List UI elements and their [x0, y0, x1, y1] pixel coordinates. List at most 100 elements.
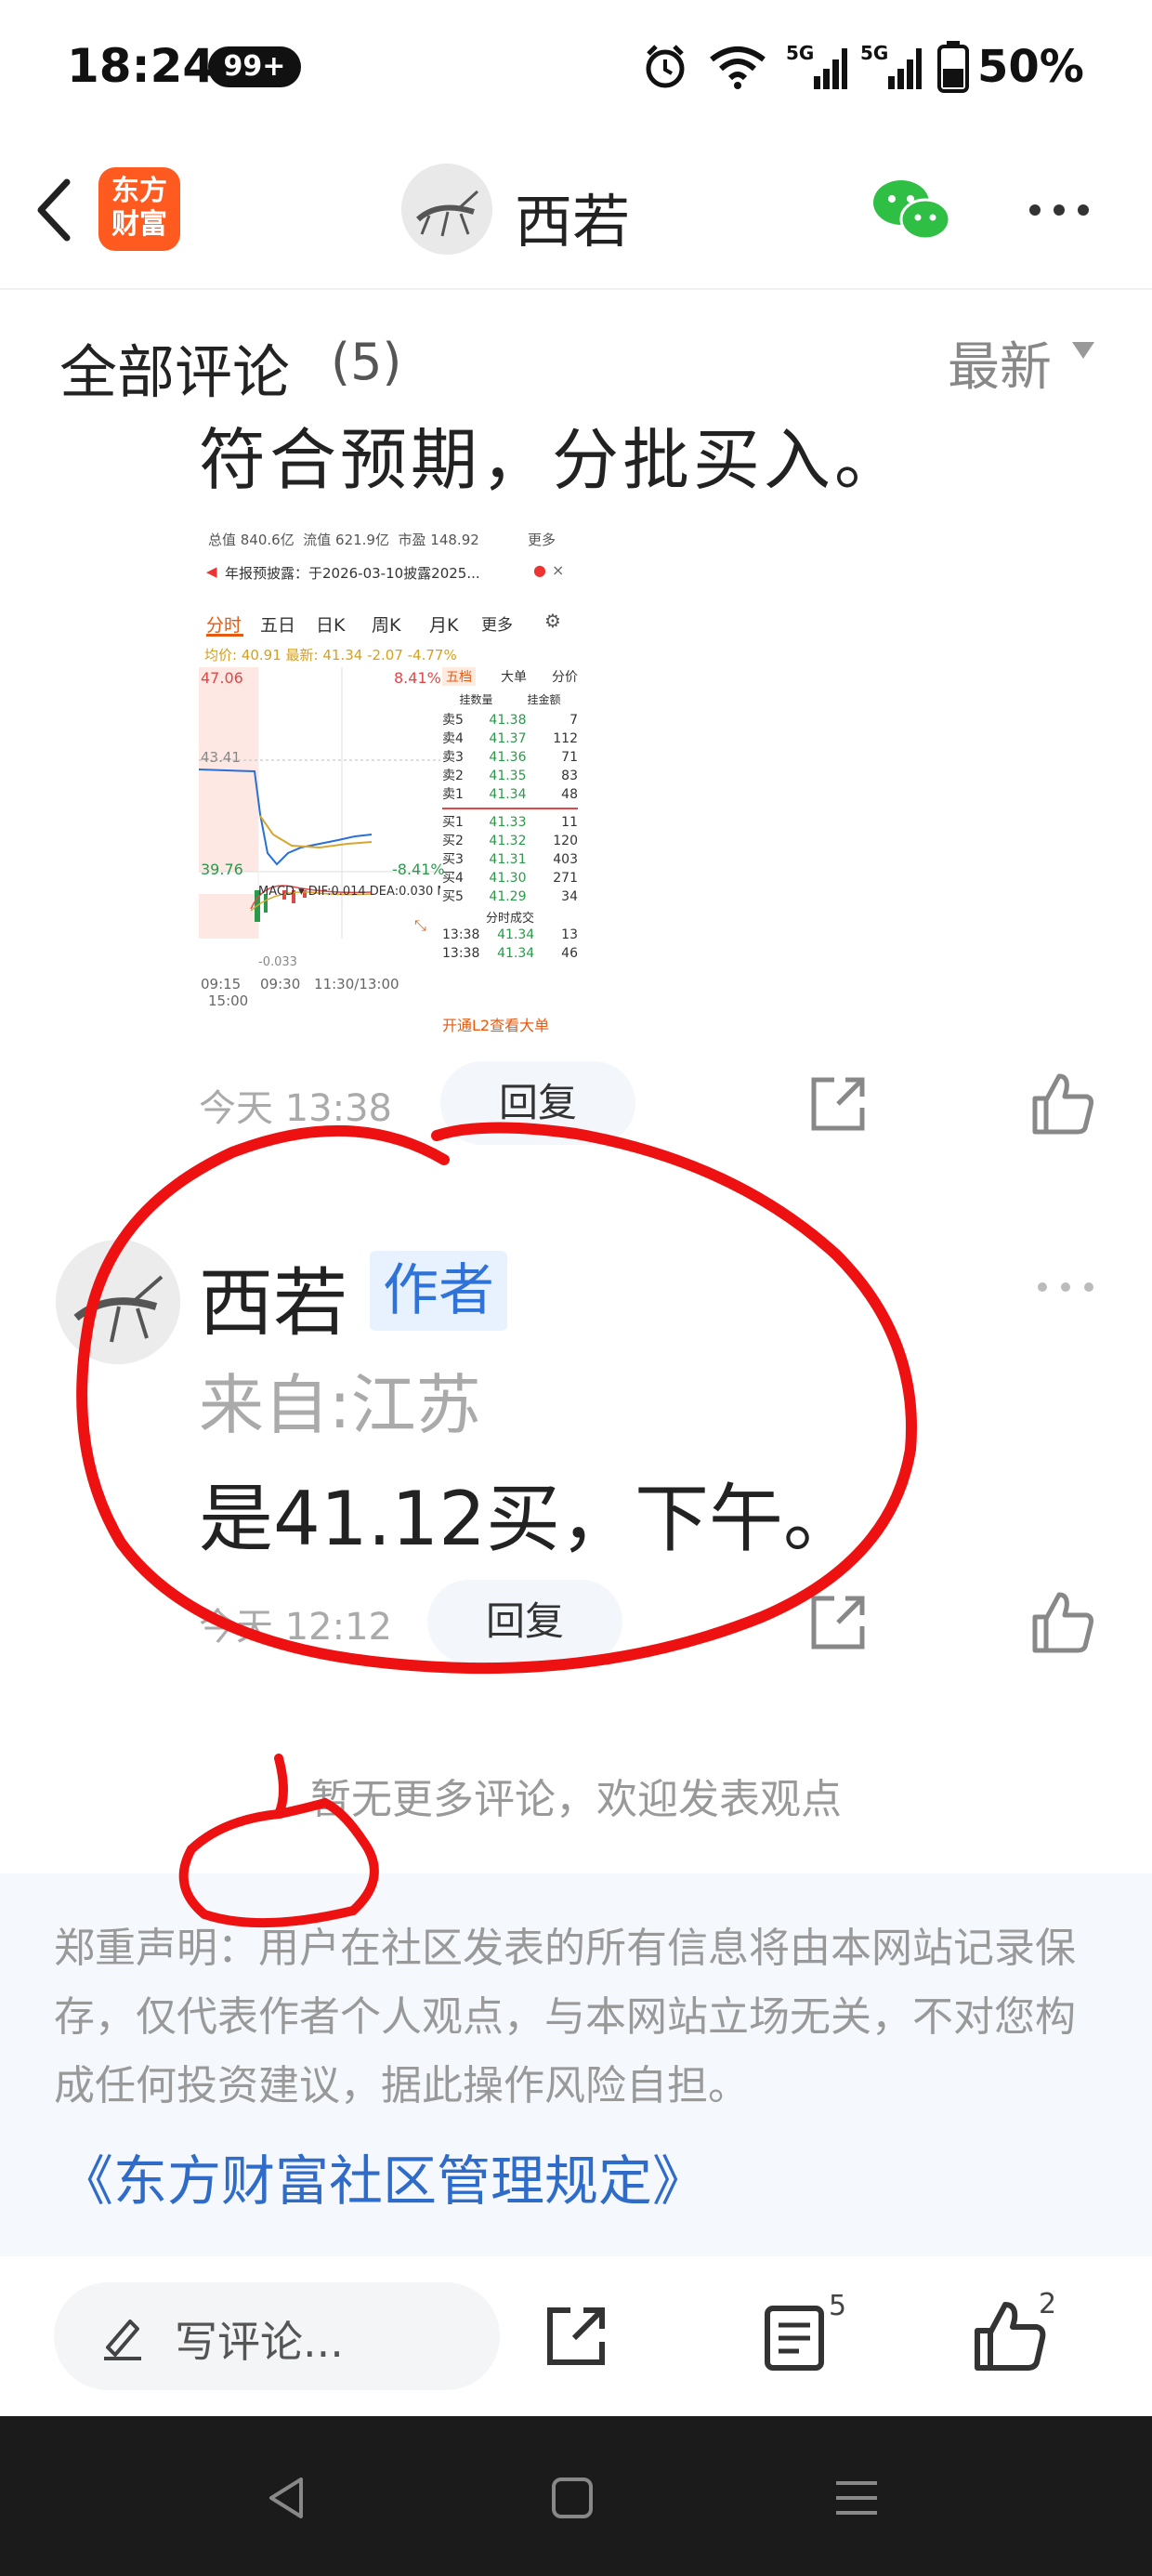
comments-title: 全部评论: [59, 338, 291, 406]
float-value: 流值 621.9亿: [303, 532, 389, 548]
comment-time: 今天 12:12: [199, 1606, 392, 1649]
notice-dot: ●: [533, 561, 546, 579]
share-icon[interactable]: [539, 2299, 613, 2373]
side-tab: 大单: [501, 670, 527, 685]
tab-more: 更多: [481, 616, 513, 635]
like-icon[interactable]: [970, 2297, 1048, 2375]
previous-comment-text: 符合预期，分批买入。: [199, 421, 906, 499]
more-link: 更多: [528, 532, 556, 548]
macd-low: -0.033: [258, 955, 297, 969]
status-bar: 18:24 99+ 5G 5G 50%: [0, 0, 1152, 139]
bid-label: 买5: [442, 889, 464, 904]
tab-day-k: 日K: [316, 615, 346, 636]
ask-row: 卖3 41.36 71: [442, 748, 578, 767]
bid-label: 买3: [442, 852, 464, 867]
more-options-icon[interactable]: [1022, 182, 1096, 238]
order-book: 五档 大单 分价 挂数量 挂金额 卖5 41.38 7 卖4 41.37 112 卖3 41.…: [442, 667, 578, 963]
ask-row: 卖4 41.37 112: [442, 729, 578, 748]
system-home-icon[interactable]: [550, 2476, 595, 2520]
like-icon[interactable]: [1026, 1585, 1100, 1660]
notice-text: 年报预披露：于2026-03-10披露2025...: [225, 565, 480, 582]
bid-row: 买4 41.30 271: [442, 869, 578, 887]
ask-price: 41.37: [489, 731, 527, 746]
svg-text:5G: 5G: [860, 42, 888, 64]
ask-qty: 48: [561, 787, 578, 802]
ask-price: 41.36: [489, 750, 527, 765]
comment-text: 是41.12买，下午。: [199, 1476, 858, 1562]
write-comment-placeholder[interactable]: 写评论...: [175, 2308, 344, 2370]
status-time: 18:24: [67, 39, 216, 93]
macd-label: MACD ▾ DIF:0.014 DEA:0.030 M:-0.033: [258, 885, 440, 899]
bid-price: 41.32: [489, 834, 527, 848]
bid-qty: 120: [553, 834, 578, 848]
bid-row: 买2 41.32 120: [442, 832, 578, 850]
side-header: 挂金额: [527, 693, 561, 706]
ask-qty: 83: [561, 769, 578, 783]
settings-gear-icon: ⚙: [544, 610, 561, 632]
ask-label: 卖3: [442, 750, 464, 765]
app-logo[interactable]: 东方财富: [98, 167, 180, 251]
wechat-share-icon[interactable]: [870, 175, 953, 245]
previous-comment-time: 今天 13:38: [199, 1087, 392, 1130]
speaker-icon: ◀: [206, 563, 217, 580]
no-more-comments: 暂无更多评论，欢迎发表观点: [310, 1776, 842, 1823]
user-avatar[interactable]: [401, 164, 492, 255]
ask-row: 卖5 41.38 7: [442, 711, 578, 729]
pencil-icon: [104, 2320, 141, 2360]
ask-price: 41.34: [489, 787, 527, 802]
tab-month-k: 月K: [429, 615, 459, 636]
x-tick: 09:30: [260, 976, 301, 992]
price-line: 均价: 40.91 最新: 41.34 -2.07 -4.77%: [204, 647, 457, 664]
trade-price: 41.34: [497, 946, 535, 961]
trade-qty: 46: [561, 946, 578, 961]
comment-more-icon[interactable]: [1033, 1273, 1098, 1301]
logo-text: 东方财富: [111, 175, 167, 241]
sort-dropdown[interactable]: 最新: [948, 325, 1052, 401]
comment-image-stock-chart[interactable]: 总值 840.6亿 流值 621.9亿 市盈 148.92 更多 ◀ 年报预披露…: [199, 520, 578, 1041]
tab-week-k: 周K: [372, 615, 401, 636]
notification-badge: 99+: [208, 46, 301, 87]
bid-label: 买4: [442, 871, 464, 886]
ask-qty: 112: [553, 731, 578, 746]
bid-qty: 403: [553, 852, 578, 867]
like-count-badge: 2: [1039, 2288, 1057, 2320]
system-back-icon[interactable]: [264, 2474, 308, 2522]
nav-user-name[interactable]: 西若: [515, 175, 630, 258]
ask-qty: 71: [561, 750, 578, 765]
pe-value: 市盈 148.92: [398, 532, 479, 548]
l2-upgrade-link: 开通L2查看大单: [442, 1017, 550, 1034]
ask-label: 卖4: [442, 731, 464, 746]
previous-reply-button[interactable]: 回复: [440, 1061, 635, 1145]
comment-location: 来自:江苏: [199, 1367, 481, 1443]
trade-qty: 13: [561, 927, 578, 942]
tab-underline: [206, 634, 243, 637]
x-tick: 09:15: [201, 976, 242, 992]
close-icon: ×: [552, 561, 565, 579]
bid-row: 买3 41.31 403: [442, 850, 578, 869]
community-rules-link[interactable]: 《东方财富社区管理规定》: [59, 2137, 706, 2215]
battery-percentage: 50%: [977, 41, 1084, 93]
sort-chevron-icon[interactable]: [1072, 342, 1094, 359]
trade-row: 13:38 41.34 13: [442, 926, 578, 944]
trades-title: 分时成交: [485, 912, 534, 926]
comment-avatar[interactable]: [56, 1240, 180, 1364]
ask-price: 41.35: [489, 769, 527, 783]
author-badge: 作者: [370, 1251, 507, 1331]
like-icon[interactable]: [1026, 1067, 1100, 1141]
bid-label: 买2: [442, 834, 464, 848]
y-axis-low-pct: -8.41%: [392, 861, 445, 878]
reply-button[interactable]: 回复: [427, 1580, 622, 1663]
system-menu-icon[interactable]: [832, 2477, 881, 2518]
comment-author-name[interactable]: 西若: [199, 1243, 347, 1351]
trade-label: 13:38: [442, 946, 480, 961]
disclaimer-text: 郑重声明：用户在社区发表的所有信息将由本网站记录保存，仅代表作者个人观点，与本网…: [54, 1925, 1076, 2109]
share-icon[interactable]: [801, 1585, 875, 1660]
svg-text:5G: 5G: [786, 42, 814, 64]
share-icon[interactable]: [801, 1067, 875, 1141]
bid-qty: 271: [553, 871, 578, 886]
book-divider: [442, 808, 578, 809]
back-button[interactable]: [26, 173, 85, 247]
alarm-icon: [646, 45, 685, 88]
bid-price: 41.29: [489, 889, 527, 904]
comments-list-icon[interactable]: [762, 2301, 832, 2375]
